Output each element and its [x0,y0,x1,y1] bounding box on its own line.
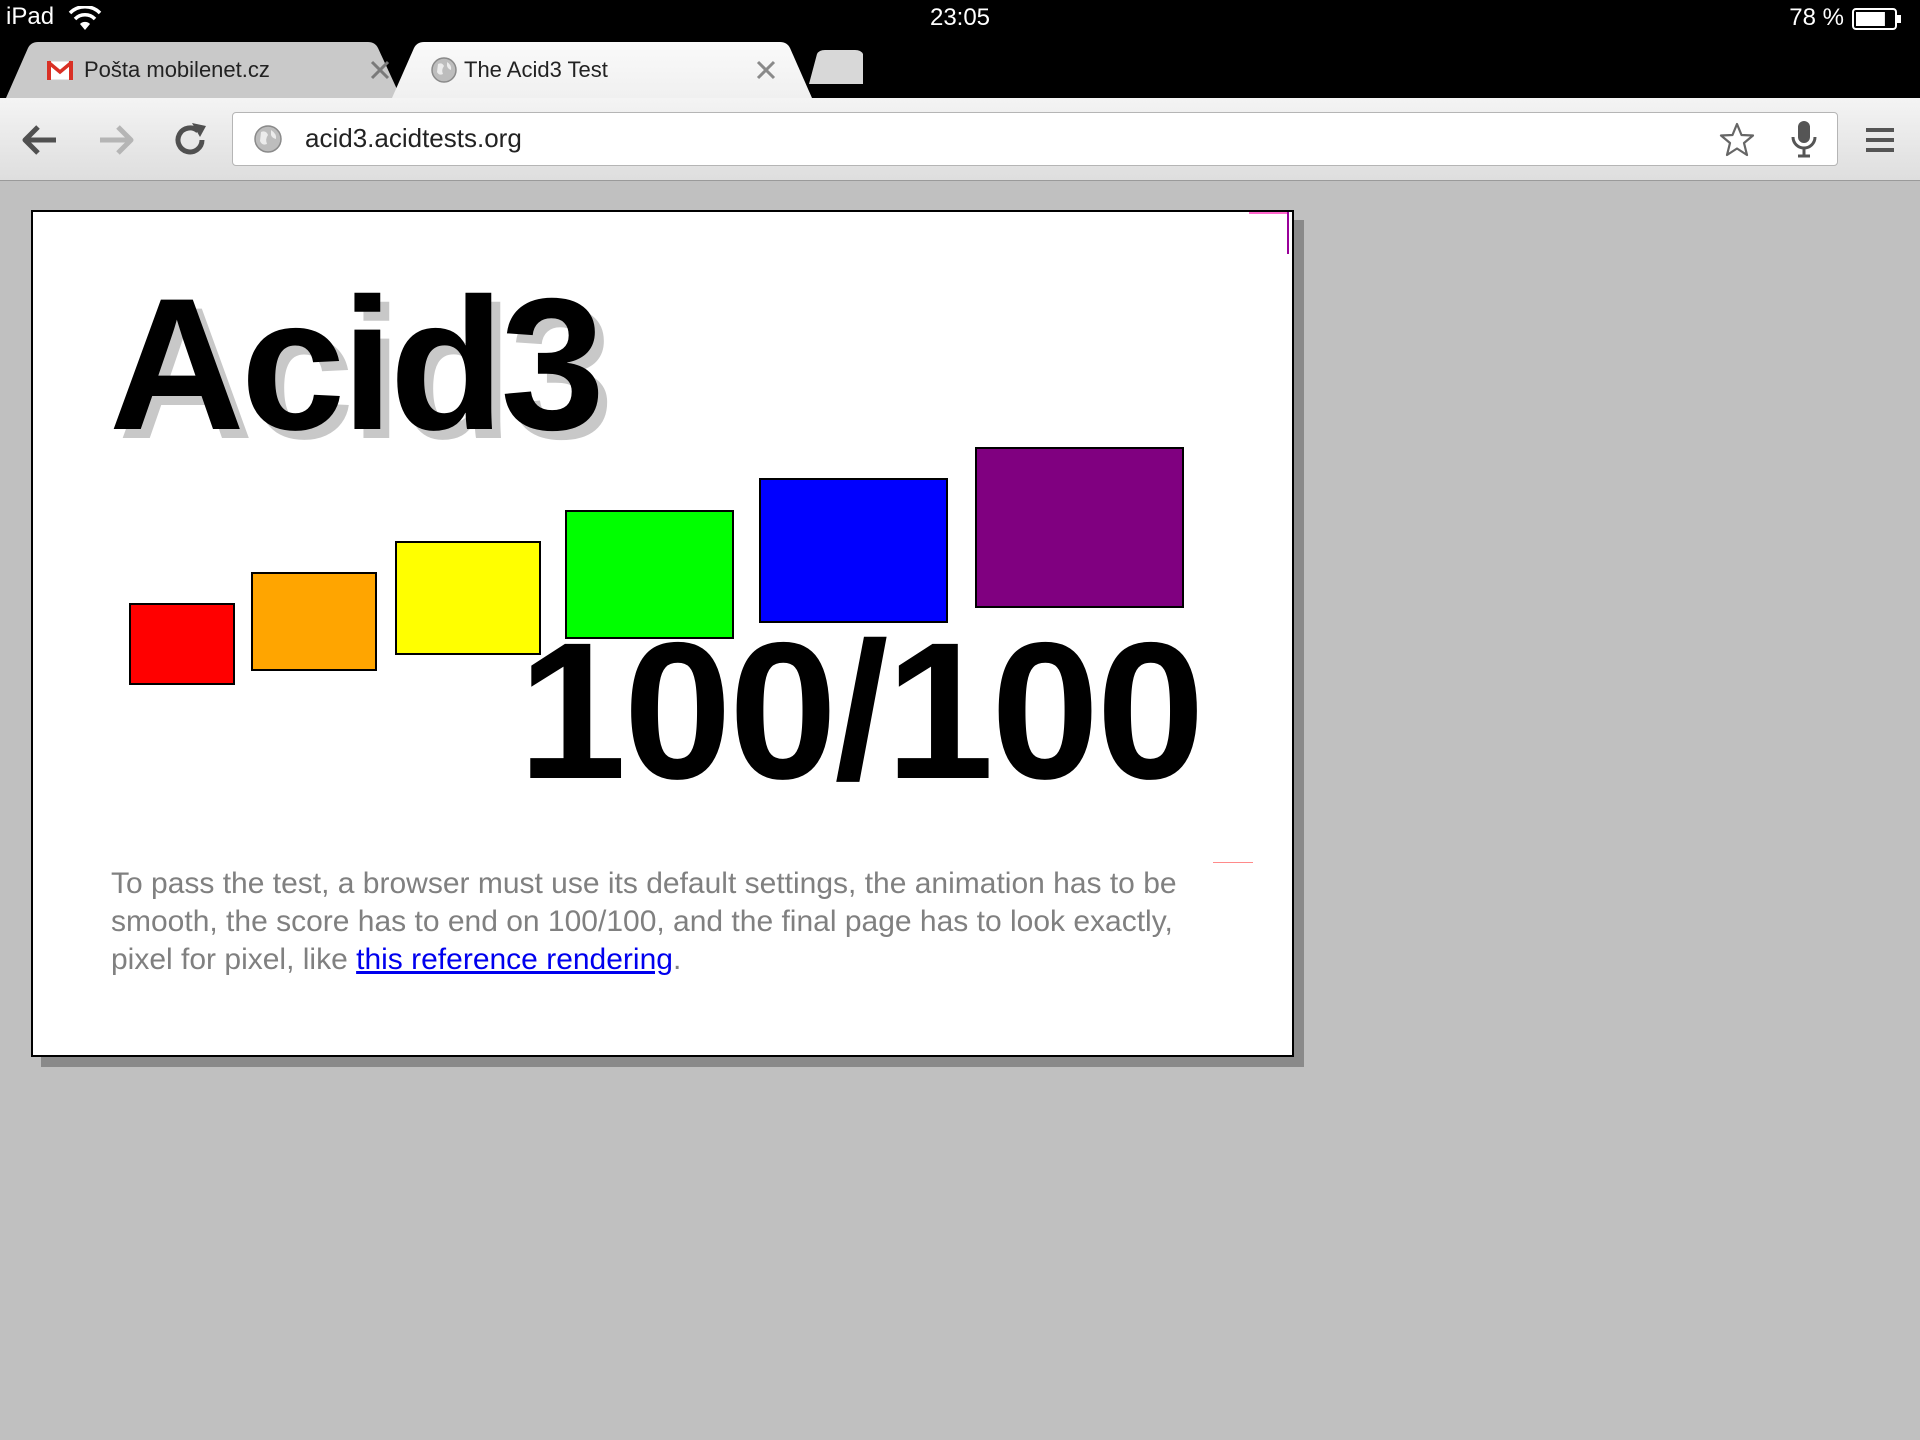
new-tab-button[interactable] [805,50,867,86]
tab-posta-mobilenet[interactable]: Pošta mobilenet.cz [6,42,401,98]
battery-icon [1852,8,1901,30]
bucket-6-purple [975,447,1184,608]
tab-acid3-test[interactable]: The Acid3 Test [392,42,812,98]
bucket-2-orange [251,572,377,671]
marker-line [1213,862,1253,863]
page-viewport: Acid3 100/100 To pass the test, a browse… [0,181,1920,1440]
tab-strip: Pošta mobilenet.cz The Acid3 Test [0,38,1920,98]
forward-button[interactable] [94,118,138,162]
reload-button[interactable] [168,118,212,162]
instructions-text: To pass the test, a browser must use its… [111,865,1221,979]
microphone-icon[interactable] [1789,119,1819,159]
reference-rendering-link[interactable]: this reference rendering [356,943,673,976]
globe-icon [431,57,457,83]
close-icon[interactable] [754,58,778,82]
bucket-1-red [129,603,235,685]
corner-marker [1287,212,1289,254]
gmail-icon [46,60,74,81]
score: 100/100 [518,602,1205,820]
battery-percentage: 78 % [1789,4,1844,31]
clock: 23:05 [929,4,991,31]
close-icon[interactable] [368,58,392,82]
globe-icon [254,125,282,153]
browser-toolbar [0,98,1920,181]
tab-title: The Acid3 Test [464,57,608,82]
page-title: Acid3 [109,259,605,469]
acid3-test-box: Acid3 100/100 To pass the test, a browse… [31,210,1294,1057]
tab-title: Pošta mobilenet.cz [84,57,270,82]
corner-marker [1249,212,1289,214]
status-bar: iPad 23:05 78 % [0,0,1920,38]
url-input[interactable] [305,123,1685,154]
back-button[interactable] [18,118,62,162]
omnibox[interactable] [232,112,1838,166]
bookmark-star-icon[interactable] [1718,121,1756,159]
menu-icon[interactable] [1860,120,1900,160]
instructions-end: . [672,943,682,976]
